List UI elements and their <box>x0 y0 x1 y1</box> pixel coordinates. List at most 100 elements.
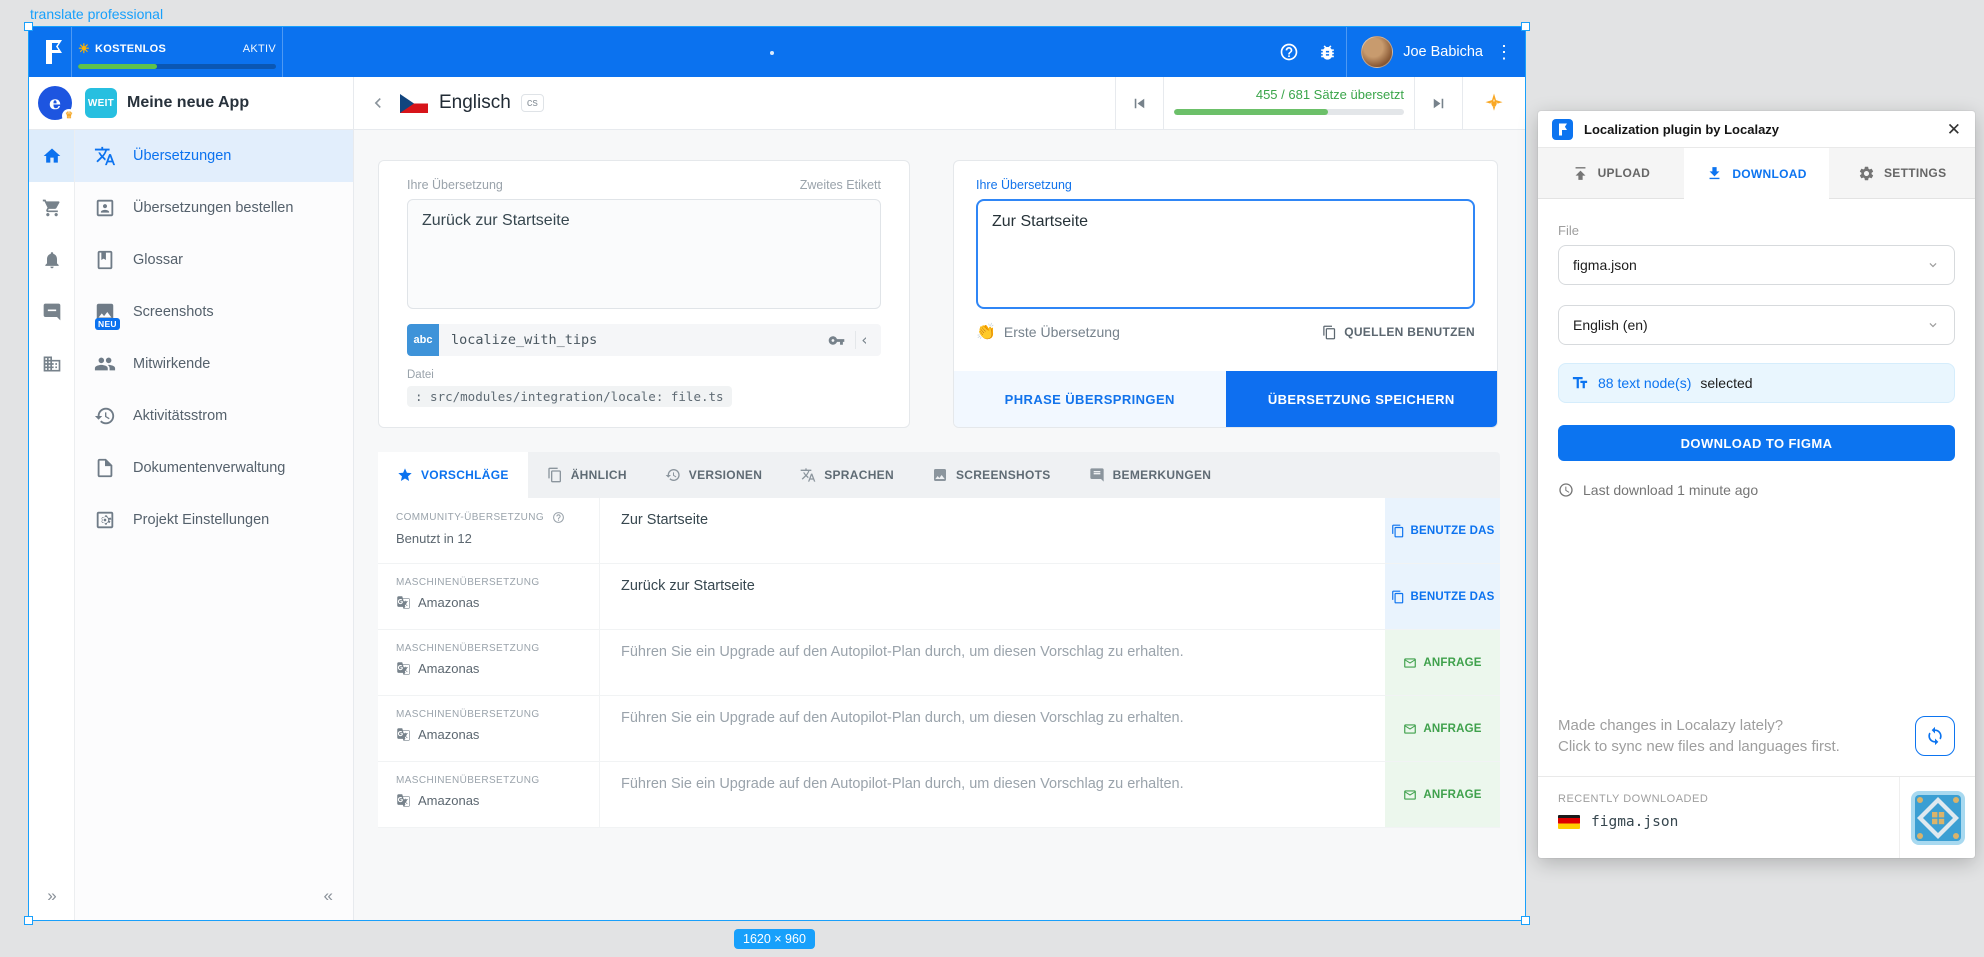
suggestion-row: MASCHINENÜBERSETZUNG Amazonas Zurück zur… <box>378 564 1500 630</box>
settings-square-icon <box>94 509 116 531</box>
plugin-tab-settings[interactable]: SETTINGS <box>1829 148 1975 199</box>
language-code-badge: cs <box>521 94 544 112</box>
user-avatar[interactable] <box>1361 36 1393 68</box>
use-suggestion-button[interactable]: BENUTZE DAS <box>1385 498 1500 563</box>
app-frame: ☀ KOSTENLOS AKTIV Joe Babicha ⋮ <box>29 27 1525 920</box>
figma-dimensions-badge: 1620 × 960 <box>734 929 815 949</box>
project-title: Meine neue App <box>127 94 249 112</box>
language-name[interactable]: Englisch <box>439 92 511 114</box>
gear-icon <box>1858 165 1875 182</box>
image-icon: NEU <box>94 301 116 323</box>
sidebar-item-glossar[interactable]: Glossar <box>75 234 353 286</box>
sidebar-item-uebersetzungen[interactable]: Übersetzungen <box>75 130 353 182</box>
sync-button[interactable] <box>1915 716 1955 756</box>
figma-frame-label[interactable]: translate professional <box>30 6 163 22</box>
favorite-star-icon[interactable] <box>1463 77 1525 130</box>
file-select[interactable]: figma.json <box>1558 245 1955 285</box>
sidebar-item-aktivitaetsstrom[interactable]: Aktivitätsstrom <box>75 390 353 442</box>
close-icon[interactable]: ✕ <box>1947 121 1961 138</box>
sync-icon <box>1925 726 1945 746</box>
plugin-tab-upload[interactable]: UPLOAD <box>1538 148 1684 199</box>
machine-translate-icon <box>396 661 411 676</box>
key-icon[interactable] <box>828 332 845 349</box>
clap-emoji-icon: 👏 <box>976 322 996 342</box>
tab-sprachen[interactable]: SPRACHEN <box>781 452 913 498</box>
use-suggestion-button[interactable]: BENUTZE DAS <box>1385 564 1500 629</box>
sidebar-item-uebersetzungen-bestellen[interactable]: Übersetzungen bestellen <box>75 182 353 234</box>
request-suggestion-button[interactable]: ANFRAGE <box>1385 696 1500 761</box>
more-menu-icon[interactable]: ⋮ <box>1489 42 1519 63</box>
skip-phrase-button[interactable]: PHRASE ÜBERSPRINGEN <box>954 371 1226 427</box>
tab-vorschlaege[interactable]: VORSCHLÄGE <box>378 452 528 498</box>
czech-flag-icon[interactable] <box>400 94 428 113</box>
rail-organization-icon[interactable] <box>29 338 74 390</box>
request-suggestion-button[interactable]: ANFRAGE <box>1385 630 1500 695</box>
skip-next-icon[interactable] <box>1415 77 1462 130</box>
suggestion-row: MASCHINENÜBERSETZUNG Amazonas Führen Sie… <box>378 762 1500 828</box>
language-select[interactable]: English (en) <box>1558 305 1955 345</box>
sidebar-item-label: Mitwirkende <box>133 356 210 372</box>
plugin-tab-download[interactable]: DOWNLOAD <box>1684 148 1830 199</box>
skip-previous-icon[interactable] <box>1116 77 1163 130</box>
first-translation-label: Erste Übersetzung <box>1004 324 1120 340</box>
plan-active-label: AKTIV <box>243 43 276 55</box>
rail-notifications-icon[interactable] <box>29 234 74 286</box>
sidebar-item-dokumentenverwaltung[interactable]: Dokumentenverwaltung <box>75 442 353 494</box>
top-header: ☀ KOSTENLOS AKTIV Joe Babicha ⋮ <box>29 27 1525 77</box>
plan-status[interactable]: ☀ KOSTENLOS AKTIV <box>78 35 276 69</box>
help-outline-icon[interactable] <box>552 511 565 524</box>
history-icon <box>94 405 116 427</box>
selection-handle[interactable] <box>24 916 33 925</box>
sidebar-item-mitwirkende[interactable]: Mitwirkende <box>75 338 353 390</box>
document-icon <box>94 457 116 479</box>
use-sources-button[interactable]: QUELLEN BENUTZEN <box>1322 325 1475 340</box>
selection-handle[interactable] <box>1521 22 1530 31</box>
selection-handle[interactable] <box>24 22 33 31</box>
translate-icon <box>800 467 816 483</box>
chevron-down-icon <box>1926 318 1940 332</box>
rail-chat-icon[interactable] <box>29 286 74 338</box>
tab-aehnlich[interactable]: ÄHNLICH <box>528 452 646 498</box>
target-panel: Ihre Übersetzung Zur Startseite 👏 Erste … <box>953 160 1498 428</box>
recently-downloaded[interactable]: RECENTLY DOWNLOADED figma.json <box>1538 777 1899 858</box>
help-icon[interactable] <box>1270 27 1308 77</box>
tab-screenshots[interactable]: SCREENSHOTS <box>913 452 1070 498</box>
history-icon <box>665 467 681 483</box>
back-icon[interactable] <box>368 93 388 113</box>
localazy-logo-icon[interactable] <box>37 39 71 65</box>
sync-hint-line1: Made changes in Localazy lately? <box>1558 715 1840 737</box>
expand-rail-icon[interactable]: » <box>29 886 75 906</box>
localazy-plugin-panel: Localization plugin by Localazy ✕ UPLOAD… <box>1538 111 1975 858</box>
project-badge: WEIT <box>85 88 117 118</box>
german-flag-icon <box>1558 815 1580 829</box>
suggestion-row: COMMUNITY-ÜBERSETZUNG Benutzt in 12 Zur … <box>378 498 1500 564</box>
user-name[interactable]: Joe Babicha <box>1403 44 1483 60</box>
bug-report-icon[interactable] <box>1308 27 1346 77</box>
sidebar-item-projekt-einstellungen[interactable]: Projekt Einstellungen <box>75 494 353 546</box>
sidebar-item-screenshots[interactable]: NEU Screenshots <box>75 286 353 338</box>
chevron-down-icon <box>1926 258 1940 272</box>
rail-cart-icon[interactable] <box>29 182 74 234</box>
string-type-badge: abc <box>407 324 439 356</box>
download-to-figma-button[interactable]: DOWNLOAD TO FIGMA <box>1558 425 1955 461</box>
localazy-plugin-logo-icon <box>1552 119 1573 140</box>
recent-file-name: figma.json <box>1591 814 1678 830</box>
request-suggestion-button[interactable]: ANFRAGE <box>1385 762 1500 827</box>
rail-home-icon[interactable] <box>29 130 74 182</box>
save-translation-button[interactable]: ÜBERSETZUNG SPEICHERN <box>1226 371 1498 427</box>
tab-versionen[interactable]: VERSIONEN <box>646 452 781 498</box>
selection-handle[interactable] <box>1521 916 1530 925</box>
copy-icon <box>1322 325 1337 340</box>
mail-icon <box>1403 722 1417 736</box>
collapse-key-icon[interactable]: ‹ <box>855 331 873 349</box>
source-text: Zurück zur Startseite <box>407 199 881 309</box>
progress-text: 455 / 681 Sätze übersetzt <box>1174 87 1404 102</box>
people-icon <box>94 353 116 375</box>
plan-name: KOSTENLOS <box>95 43 166 55</box>
translation-input[interactable]: Zur Startseite <box>976 199 1475 309</box>
tab-bemerkungen[interactable]: BEMERKUNGEN <box>1070 452 1231 498</box>
figma-json-preview-icon <box>1910 790 1966 846</box>
machine-translate-icon <box>396 595 411 610</box>
project-logo[interactable]: e ♕ <box>38 86 72 120</box>
collapse-sidebar-icon[interactable]: « <box>324 886 333 906</box>
